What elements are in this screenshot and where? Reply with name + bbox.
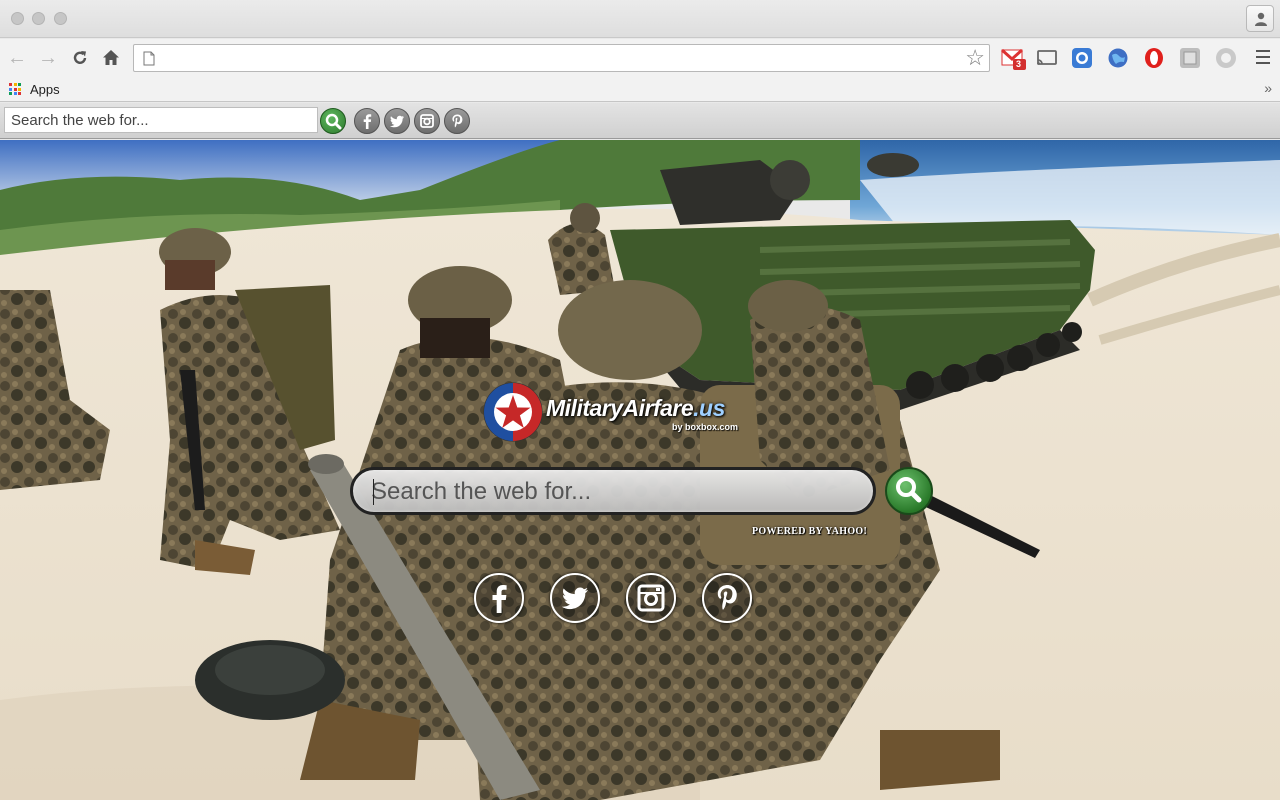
twitter-icon bbox=[561, 587, 588, 610]
military-airfare-logo[interactable]: MilitaryAirfare.us by boxbox.com bbox=[482, 381, 742, 443]
forward-button[interactable]: → bbox=[37, 48, 59, 68]
text-cursor bbox=[373, 479, 374, 505]
bookmarks-bar: Apps » bbox=[0, 77, 1280, 102]
facebook-icon bbox=[363, 114, 372, 129]
zoom-window-button[interactable] bbox=[54, 12, 67, 25]
close-window-button[interactable] bbox=[11, 12, 24, 25]
title-bar bbox=[0, 0, 1280, 38]
instagram-icon bbox=[420, 114, 434, 128]
search-icon bbox=[325, 113, 342, 130]
reload-icon bbox=[73, 51, 87, 64]
extension-search-toolbar bbox=[0, 103, 1280, 139]
pinterest-icon bbox=[452, 114, 463, 128]
user-icon bbox=[1255, 12, 1267, 26]
cast-icon[interactable] bbox=[1036, 47, 1058, 69]
extension-gray-icon[interactable] bbox=[1179, 47, 1201, 69]
back-button[interactable]: ← bbox=[6, 48, 28, 68]
toolbar-instagram-button[interactable] bbox=[414, 108, 440, 134]
opera-icon[interactable] bbox=[1143, 47, 1165, 69]
twitter-button[interactable] bbox=[550, 573, 600, 623]
apps-bookmark[interactable]: Apps bbox=[30, 82, 60, 97]
home-icon bbox=[103, 50, 119, 65]
toolbar-search-button[interactable] bbox=[320, 108, 346, 134]
browser-toolbar: ← → ☆ 3 bbox=[0, 39, 1280, 77]
home-button[interactable] bbox=[100, 48, 122, 68]
page-icon bbox=[143, 51, 155, 66]
bookmark-star-icon[interactable]: ☆ bbox=[965, 46, 985, 70]
pinterest-button[interactable] bbox=[702, 573, 752, 623]
minimize-window-button[interactable] bbox=[32, 12, 45, 25]
search-icon bbox=[896, 477, 922, 503]
new-tab-page: MilitaryAirfare.us by boxbox.com POWERED… bbox=[0, 140, 1280, 800]
logo-wordmark: MilitaryAirfare.us bbox=[546, 395, 725, 421]
star-roundel-icon bbox=[483, 382, 543, 442]
gmail-icon[interactable]: 3 bbox=[1000, 47, 1026, 70]
gmail-badge: 3 bbox=[1016, 59, 1022, 69]
twitter-icon bbox=[390, 115, 404, 128]
logo-byline: by boxbox.com bbox=[672, 422, 739, 432]
facebook-button[interactable] bbox=[474, 573, 524, 623]
apps-icon[interactable] bbox=[9, 83, 21, 95]
toolbar-twitter-button[interactable] bbox=[384, 108, 410, 134]
extension-circle-icon[interactable] bbox=[1215, 47, 1237, 69]
main-search-box[interactable] bbox=[350, 467, 876, 515]
globe-icon[interactable] bbox=[1107, 47, 1129, 69]
bookmarks-overflow-button[interactable]: » bbox=[1264, 80, 1272, 96]
toolbar-pinterest-button[interactable] bbox=[444, 108, 470, 134]
instagram-icon bbox=[637, 584, 665, 612]
pinterest-icon bbox=[717, 585, 737, 610]
address-bar[interactable]: ☆ bbox=[133, 44, 990, 72]
toolbar-search-input[interactable] bbox=[4, 107, 318, 133]
main-search-input[interactable] bbox=[371, 477, 851, 507]
profile-button[interactable] bbox=[1246, 5, 1274, 32]
instagram-button[interactable] bbox=[626, 573, 676, 623]
reload-button[interactable] bbox=[69, 48, 91, 68]
facebook-icon bbox=[492, 585, 507, 613]
chrome-menu-button[interactable] bbox=[1256, 50, 1270, 68]
powered-by-yahoo: POWERED BY YAHOO! bbox=[752, 526, 868, 537]
extension-blue-icon[interactable] bbox=[1071, 47, 1093, 69]
toolbar-facebook-button[interactable] bbox=[354, 108, 380, 134]
main-search-button[interactable] bbox=[885, 467, 933, 515]
